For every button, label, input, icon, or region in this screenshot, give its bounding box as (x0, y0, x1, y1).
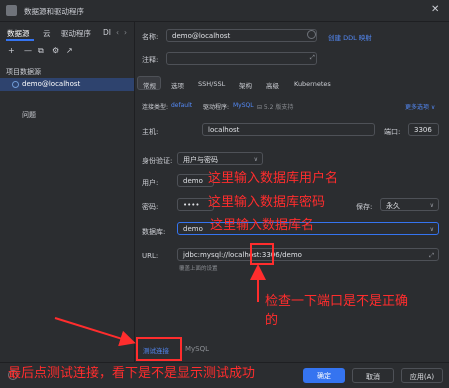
annotation-password: 这里输入数据库密码 (208, 195, 326, 210)
annotation-user: 这里输入数据库用户名 (208, 171, 339, 186)
annotation-database: 这里输入数据库名 (210, 218, 315, 233)
annotation-test: 最后点测试连接，看下是不是显示测试成功 (8, 366, 256, 381)
annotation-arrows (54, 264, 266, 347)
annotation-port: 检查一下端口是不是正确 (265, 294, 409, 309)
test-arrow (54, 317, 136, 347)
annotation-port-line2: 的 (265, 313, 279, 328)
